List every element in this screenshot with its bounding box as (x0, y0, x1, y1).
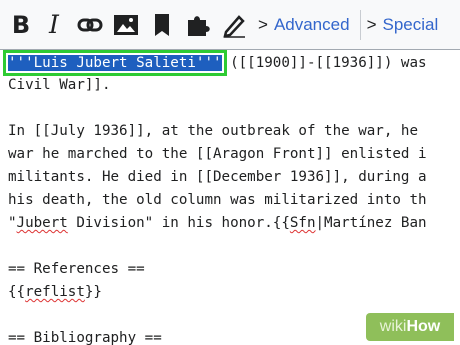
editor-line: his death, the old column was militarize… (8, 192, 427, 208)
line-text: Division" in his honor.{{ (67, 215, 290, 231)
signature-button[interactable] (216, 0, 252, 50)
wikitext-editor[interactable]: '''Luis Jubert Salieti''' ([[1900]]-[[19… (0, 50, 460, 345)
link-icon (77, 12, 103, 38)
misspelled-word[interactable]: Sfn (290, 215, 316, 231)
misspelled-word[interactable]: Jubert (17, 215, 68, 231)
editor-line: {{reflist}} (8, 281, 102, 303)
chevron-right-icon: > (258, 14, 268, 34)
editor-toolbar: B I > Advanced > Special (0, 0, 460, 50)
line-text: ([[1900]]-[[1936]]) was (221, 55, 427, 71)
editor-line: == References == (8, 261, 145, 277)
puzzle-icon (185, 12, 211, 38)
image-icon (113, 13, 139, 37)
editor-line: "Jubert Division" in his honor.{{Sfn|Mar… (8, 212, 427, 234)
signature-icon (221, 12, 247, 38)
bold-button[interactable]: B (0, 0, 36, 50)
wikihow-watermark: wiki How (366, 313, 454, 341)
line-text: " (8, 215, 17, 231)
editor-line: Civil War]]. (8, 77, 111, 93)
line-text: |Martínez Ban (315, 215, 427, 231)
chevron-right-icon: > (366, 14, 377, 34)
cite-button[interactable] (144, 0, 180, 50)
editor-line: == Bibliography == (8, 330, 162, 345)
editor-line: In [[July 1936]], at the outbreak of the… (8, 123, 418, 139)
link-button[interactable] (72, 0, 108, 50)
special-label: Special (382, 14, 439, 34)
line-text: {{ (8, 284, 26, 300)
editor-line: war he marched to the [[Aragon Front]] e… (8, 146, 427, 162)
template-button[interactable] (180, 0, 216, 50)
advanced-menu[interactable]: > Advanced (252, 0, 350, 50)
special-menu[interactable]: > Special (361, 0, 439, 50)
advanced-label: Advanced (273, 14, 350, 34)
editor-line: militants. He died in [[December 1936]],… (8, 169, 427, 185)
italic-button[interactable]: I (36, 0, 72, 50)
line-text: }} (84, 284, 102, 300)
watermark-part: How (406, 318, 441, 335)
watermark-part: wiki (379, 318, 407, 335)
book-icon (152, 12, 172, 38)
misspelled-word[interactable]: reflist (25, 284, 85, 300)
selected-text[interactable]: '''Luis Jubert Salieti''' (3, 50, 227, 76)
editor-line: '''Luis Jubert Salieti''' ([[1900]]-[[19… (3, 50, 427, 76)
image-button[interactable] (108, 0, 144, 50)
